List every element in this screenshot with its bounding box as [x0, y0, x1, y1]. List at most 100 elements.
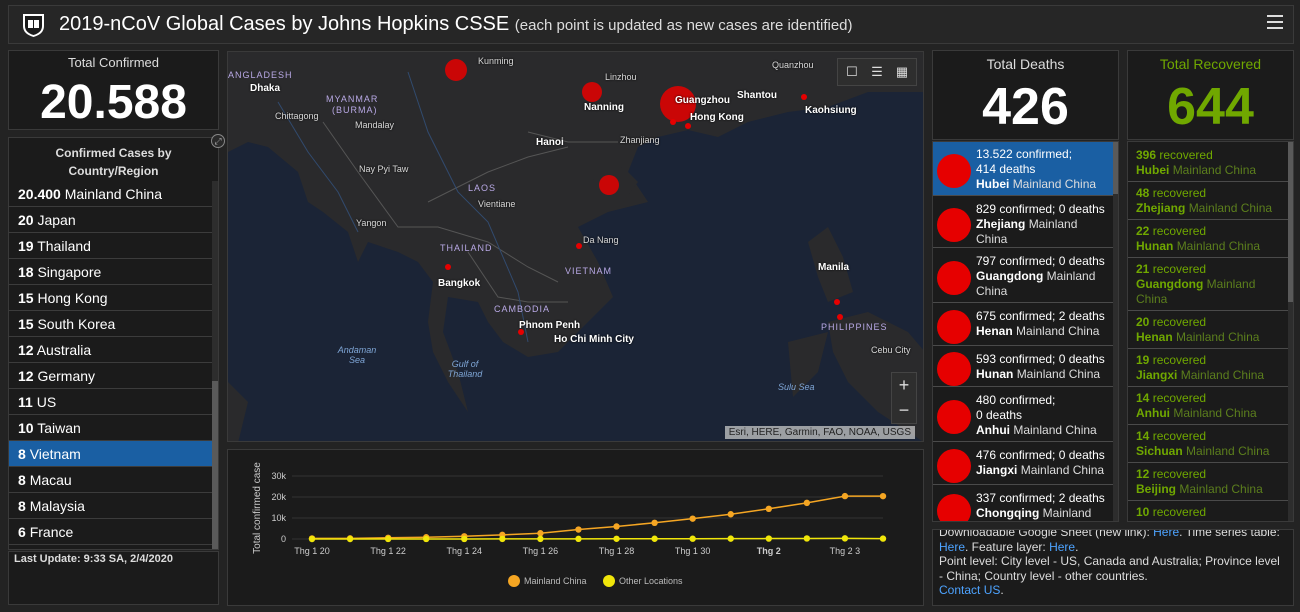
basemap-gallery-icon[interactable]: ▦	[892, 63, 912, 81]
map-label-bangladesh: ANGLADESH	[228, 70, 293, 80]
country-count: 6	[18, 524, 26, 540]
chart-point	[841, 535, 849, 542]
cases-line-chart: Total confirmed case 0 10k 20k 30k Thg 1 20 Th…	[252, 462, 887, 587]
zoom-out-button[interactable]: −	[892, 398, 916, 423]
recovered-list-item[interactable]: 19 recovered Jiangxi Mainland China	[1128, 350, 1288, 387]
recovered-location: Henan Mainland China	[1136, 330, 1288, 345]
country-list-item[interactable]: 12 Australia	[9, 337, 213, 363]
recovered-line: 10 recovered	[1136, 505, 1288, 520]
deaths-place: Zhejiang	[976, 217, 1026, 231]
deaths-list-item[interactable]: 675 confirmed; 2 deaths Henan Mainland Ch…	[933, 304, 1113, 346]
recovered-list-item[interactable]: 396 recovered Hubei Mainland China	[1128, 145, 1288, 182]
deaths-confirmed-text: 829 confirmed; 0 deaths	[976, 202, 1105, 216]
recovered-list-item[interactable]: 48 recovered Zhejiang Mainland China	[1128, 183, 1288, 220]
recovered-location: Hunan Mainland China	[1136, 239, 1288, 254]
recovered-word: recovered	[1152, 505, 1207, 519]
recovered-word: recovered	[1152, 391, 1207, 405]
deaths-list-item[interactable]: 593 confirmed; 0 deaths Hunan Mainland Ch…	[933, 347, 1113, 387]
info-text: . Time series table:	[1179, 529, 1280, 539]
contact-link[interactable]: Contact US	[939, 583, 1000, 597]
country-list-item[interactable]: 20 Japan	[9, 207, 213, 233]
scrollbar-thumb[interactable]	[1113, 142, 1118, 194]
chart-ytick-label: 20k	[271, 492, 286, 502]
timeseries-link[interactable]: Here	[939, 540, 965, 554]
title-subtitle: (each point is updated as new cases are …	[514, 17, 853, 34]
country-list-item[interactable]: 15 Hong Kong	[9, 285, 213, 311]
cases-chart-panel: Total confirmed case 0 10k 20k 30k Thg 1 20 Th…	[227, 449, 924, 606]
recovered-line: 396 recovered	[1136, 148, 1288, 163]
country-list-scrollbar[interactable]	[212, 181, 218, 549]
expand-icon[interactable]: ⤢	[211, 134, 225, 148]
country-list-item[interactable]: 11 US	[9, 389, 213, 415]
country-list-item[interactable]: 12 Germany	[9, 363, 213, 389]
deaths-list-item[interactable]: 337 confirmed; 2 deaths Chongqing Mainlan…	[933, 486, 1113, 521]
chart-point	[613, 535, 620, 542]
recovered-region: Mainland China	[1173, 406, 1257, 420]
sheet-link[interactable]: Here	[1153, 530, 1179, 539]
chart-point	[461, 535, 468, 543]
case-dot-icon	[937, 154, 971, 188]
legend-swatch	[508, 575, 520, 587]
chart-point	[423, 535, 430, 543]
chart-point	[346, 535, 354, 543]
country-list-item[interactable]: 10 Taiwan	[9, 415, 213, 441]
deaths-list-item[interactable]: 480 confirmed; 0 deaths Anhui Mainland Chi…	[933, 388, 1113, 442]
map-label-mandalay: Mandalay	[355, 120, 395, 130]
country-list-item[interactable]: 20.400 Mainland China	[9, 181, 213, 207]
info-text: Downloadable Google Sheet (new link):	[939, 529, 1154, 539]
chart-point	[727, 511, 734, 518]
total-recovered-panel: Total Recovered 644	[1127, 50, 1294, 140]
map-label-guangzhou: Guangzhou	[675, 95, 730, 106]
recovered-line: 20 recovered	[1136, 315, 1288, 330]
deaths-confirmed-text: 593 confirmed; 0 deaths	[976, 352, 1105, 366]
country-count: 19	[18, 238, 34, 254]
deaths-list-item[interactable]: 13.522 confirmed; 414 deaths Hubei Mainlan…	[933, 142, 1113, 196]
chart-point	[384, 535, 392, 543]
recovered-list-panel: 396 recovered Hubei Mainland China 48 reco…	[1127, 141, 1294, 522]
jhu-shield-icon	[23, 14, 44, 37]
feature-layer-link[interactable]: Here	[1049, 540, 1075, 554]
map-label-cebu: Cebu City	[871, 345, 911, 355]
zoom-in-button[interactable]: +	[892, 373, 916, 398]
map-label-bangkok: Bangkok	[438, 278, 481, 289]
map-view[interactable]: ANGLADESH Dhaka Chittagong MYANMAR (BURM…	[227, 51, 924, 442]
recovered-list-scrollbar[interactable]	[1288, 142, 1293, 521]
map-label-kunming: Kunming	[478, 56, 514, 66]
deaths-list-item[interactable]: 476 confirmed; 0 deaths Jiangxi Mainland …	[933, 443, 1113, 485]
recovered-list-item[interactable]: 21 recovered Guangdong Mainland China	[1128, 259, 1288, 311]
country-list-item[interactable]: 8 Malaysia	[9, 493, 213, 519]
map-label-vietnam: VIETNAM	[565, 266, 613, 276]
deaths-region: Mainland China	[1016, 367, 1101, 381]
recovered-list-item[interactable]: 12 recovered Beijing Mainland China	[1128, 464, 1288, 501]
recovered-list-item[interactable]: 10 recovered	[1128, 502, 1288, 521]
recovered-region: Mainland China	[1188, 201, 1273, 215]
legend-list-icon[interactable]: ☰	[867, 63, 887, 81]
recovered-list-item[interactable]: 22 recovered Hunan Mainland China	[1128, 221, 1288, 258]
country-list-item[interactable]: 15 South Korea	[9, 311, 213, 337]
bookmark-icon[interactable]: ☐	[842, 63, 862, 81]
scrollbar-thumb[interactable]	[212, 381, 218, 549]
recovered-count: 20	[1136, 315, 1150, 329]
recovered-list-item[interactable]: 20 recovered Henan Mainland China	[1128, 312, 1288, 349]
country-list-item[interactable]: 18 Singapore	[9, 259, 213, 285]
country-list-item[interactable]: 6 France	[9, 519, 213, 545]
recovered-place: Hunan	[1136, 239, 1174, 253]
country-list-item[interactable]: 19 Thailand	[9, 233, 213, 259]
country-list-item[interactable]: 8 Macau	[9, 467, 213, 493]
recovered-region: Mainland China	[1180, 368, 1265, 382]
recovered-list-item[interactable]: 14 recovered Sichuan Mainland China	[1128, 426, 1288, 463]
chart-point	[575, 526, 582, 533]
scrollbar-thumb[interactable]	[1288, 142, 1293, 302]
hamburger-menu-icon[interactable]	[1267, 15, 1283, 31]
deaths-list-item[interactable]: 797 confirmed; 0 deaths Guangdong Mainlan…	[933, 249, 1113, 303]
map-label-burma: (BURMA)	[332, 105, 378, 115]
recovered-list-item[interactable]: 14 recovered Anhui Mainland China	[1128, 388, 1288, 425]
recovered-location: Hubei Mainland China	[1136, 163, 1288, 178]
country-name: France	[29, 524, 74, 540]
recovered-count: 19	[1136, 353, 1150, 367]
chart-xtick-label: Thg 2 3	[830, 546, 861, 556]
deaths-list-scrollbar[interactable]	[1113, 142, 1118, 521]
info-contact-line: Contact US.	[939, 583, 1287, 598]
country-list-item[interactable]: 8 Vietnam	[9, 441, 213, 467]
deaths-list-item[interactable]: 829 confirmed; 0 deaths Zhejiang Mainland…	[933, 197, 1113, 248]
